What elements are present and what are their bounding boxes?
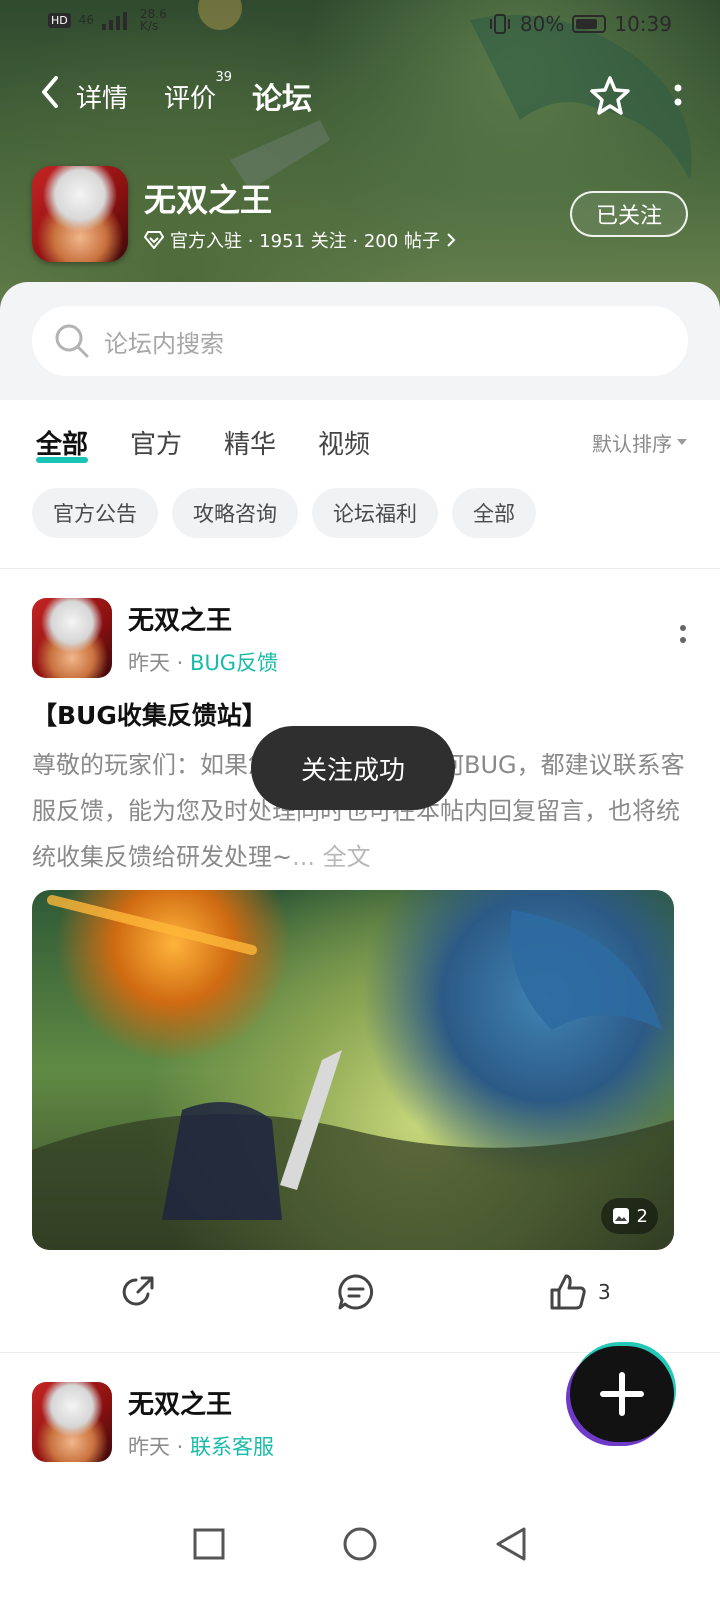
- post-meta-line: 昨天 · 联系客服: [128, 1434, 275, 1459]
- tab-details[interactable]: 详情: [76, 78, 128, 115]
- hd-indicator: HD: [48, 12, 71, 28]
- network-speed: 28.6 K/s: [140, 7, 167, 33]
- toast-message: 关注成功: [251, 726, 455, 810]
- post-image[interactable]: 2: [32, 890, 674, 1250]
- diamond-icon: [144, 231, 164, 249]
- image-icon: [612, 1208, 629, 1224]
- circle-icon: [343, 1527, 377, 1561]
- comment-button[interactable]: [336, 1272, 376, 1312]
- signal-icon: [102, 12, 128, 30]
- chip-all[interactable]: 全部: [452, 488, 536, 538]
- search-placeholder: 论坛内搜索: [104, 329, 224, 358]
- square-icon: [193, 1528, 225, 1560]
- post-more-button[interactable]: [678, 624, 688, 652]
- author-avatar[interactable]: [32, 598, 112, 678]
- chevron-right-icon: [447, 233, 456, 247]
- battery-icon: [572, 15, 607, 33]
- more-options-button[interactable]: [672, 80, 684, 112]
- battery-level: [576, 19, 598, 29]
- game-stats-link[interactable]: 官方入驻 · 1951 关注 · 200 帖子: [144, 227, 456, 253]
- caret-down-icon: [677, 439, 687, 445]
- post-tag[interactable]: BUG反馈: [190, 651, 278, 675]
- filter-tab-video[interactable]: 视频: [318, 424, 370, 461]
- chip-announcements[interactable]: 官方公告: [32, 488, 158, 538]
- author-avatar[interactable]: [32, 1382, 112, 1462]
- battery-percent: 80%: [519, 12, 565, 36]
- post-header: 无双之王 昨天 · BUG反馈: [32, 598, 688, 678]
- post-image-art: [32, 895, 674, 1250]
- chip-guides[interactable]: 攻略咨询: [172, 488, 298, 538]
- share-icon: [122, 1276, 154, 1306]
- back-nav-button[interactable]: [494, 1526, 528, 1566]
- post-actions: 3: [0, 1272, 720, 1332]
- plus-icon: [600, 1372, 644, 1416]
- recents-button[interactable]: [192, 1527, 226, 1565]
- system-nav-bar: [0, 1492, 720, 1600]
- like-count: 3: [598, 1280, 611, 1304]
- tab-reviews[interactable]: 评价 39: [164, 70, 232, 115]
- sort-dropdown[interactable]: 默认排序: [592, 428, 688, 457]
- tab-forum[interactable]: 论坛: [252, 74, 313, 122]
- post-tag[interactable]: 联系客服: [190, 1435, 274, 1459]
- back-button[interactable]: [36, 74, 76, 119]
- category-chips: 官方公告 攻略咨询 论坛福利 全部: [32, 488, 536, 538]
- home-button[interactable]: [342, 1526, 378, 1566]
- image-count-badge: 2: [600, 1198, 658, 1234]
- filter-tabs: 全部 官方 精华 视频 默认排序: [36, 420, 688, 464]
- more-vertical-icon: [674, 84, 682, 106]
- post-author[interactable]: 无双之王: [128, 1384, 274, 1421]
- like-button[interactable]: 3: [548, 1272, 611, 1312]
- search-icon: [55, 324, 89, 358]
- filter-tab-featured[interactable]: 精华: [224, 424, 276, 461]
- thumbs-up-icon: [550, 1274, 586, 1310]
- share-button[interactable]: [118, 1272, 158, 1312]
- post-meta-line: 昨天 · BUG反馈: [128, 650, 279, 675]
- post-title[interactable]: 【BUG收集反馈站】: [32, 696, 267, 732]
- create-post-button[interactable]: [570, 1346, 674, 1442]
- chip-welfare[interactable]: 论坛福利: [312, 488, 438, 538]
- star-icon: [590, 76, 630, 115]
- comment-icon: [338, 1274, 374, 1310]
- filter-tab-official[interactable]: 官方: [130, 424, 182, 461]
- reviews-count-badge: 39: [215, 69, 233, 85]
- more-vertical-icon: [680, 625, 686, 643]
- favorite-button[interactable]: [588, 74, 632, 118]
- read-more-link[interactable]: ... 全文: [292, 843, 371, 871]
- top-nav: 详情 评价 39 论坛: [36, 70, 684, 122]
- chevron-left-icon: [42, 75, 58, 108]
- header-art-image: [198, 0, 692, 190]
- triangle-back-icon: [496, 1527, 526, 1561]
- vibrate-icon: [489, 14, 510, 34]
- post-author[interactable]: 无双之王: [128, 600, 278, 637]
- filter-tab-all[interactable]: 全部: [36, 424, 89, 463]
- game-info: 无双之王 官方入驻 · 1951 关注 · 200 帖子 已关注: [32, 166, 688, 262]
- forum-search-input[interactable]: 论坛内搜索: [32, 306, 688, 376]
- game-title: 无双之王: [144, 181, 273, 219]
- clock: 10:39: [614, 12, 672, 36]
- network-type: 46: [78, 13, 95, 27]
- game-app-icon[interactable]: [32, 166, 128, 262]
- follow-button[interactable]: 已关注: [570, 191, 688, 237]
- status-bar: HD 46 28.6 K/s 80% 10:39: [0, 0, 720, 48]
- divider: [0, 568, 720, 569]
